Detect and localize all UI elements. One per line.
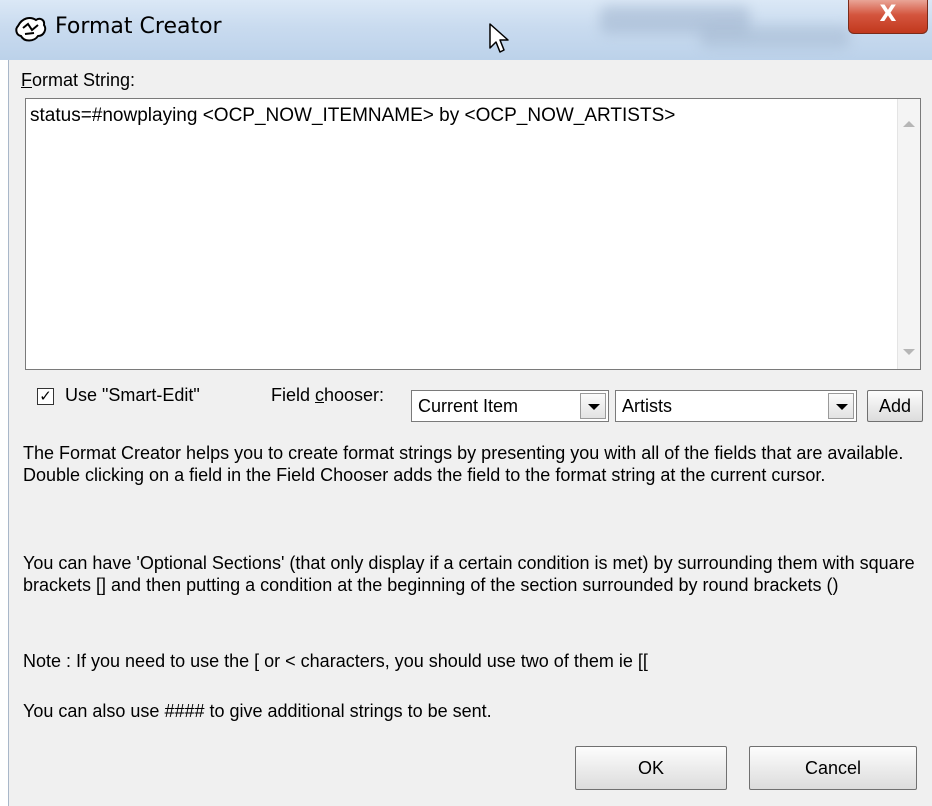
scroll-down-icon[interactable] xyxy=(903,349,915,355)
ok-button[interactable]: OK xyxy=(575,746,727,790)
mouse-cursor-icon xyxy=(489,23,509,53)
smart-edit-checkbox[interactable]: ✓ xyxy=(37,388,54,405)
close-icon: X xyxy=(879,2,897,27)
format-string-scrollbar[interactable] xyxy=(897,99,920,369)
window-title: Format Creator xyxy=(55,14,222,39)
field-chooser-label-accel: c xyxy=(315,385,325,405)
help-paragraph: You can have 'Optional Sections' (that o… xyxy=(23,553,915,595)
format-string-label-accel: F xyxy=(21,70,32,90)
format-string-label-text: ormat String: xyxy=(32,70,136,90)
background-blur xyxy=(700,26,850,48)
title-bar[interactable]: Format Creator X xyxy=(0,0,932,60)
field-value: Artists xyxy=(622,396,673,416)
field-chooser-label-post: hooser: xyxy=(324,385,385,405)
help-paragraph: The Format Creator helps you to create f… xyxy=(23,443,904,485)
help-paragraph: Note : If you need to use the [ or < cha… xyxy=(23,651,648,671)
field-chooser-label: Field chooser: xyxy=(271,385,384,406)
field-scope-dropdown-button[interactable] xyxy=(580,393,606,419)
app-icon xyxy=(15,17,47,42)
field-chooser-label-pre: Field xyxy=(271,385,316,405)
format-string-input[interactable]: status=#nowplaying <OCP_NOW_ITEMNAME> by… xyxy=(25,98,921,370)
add-button[interactable]: Add xyxy=(867,390,923,422)
field-scope-select[interactable]: Current Item xyxy=(411,390,609,422)
cancel-button[interactable]: Cancel xyxy=(749,746,917,790)
scroll-up-icon[interactable] xyxy=(903,121,915,127)
chevron-down-icon xyxy=(836,404,848,410)
dialog-body: Format String: status=#nowplaying <OCP_N… xyxy=(8,60,932,806)
field-select[interactable]: Artists xyxy=(615,390,857,422)
chevron-down-icon xyxy=(588,404,600,410)
help-paragraph: You can also use #### to give additional… xyxy=(23,701,492,721)
format-string-value: status=#nowplaying <OCP_NOW_ITEMNAME> by… xyxy=(30,105,676,126)
field-scope-value: Current Item xyxy=(418,396,519,416)
format-string-label: Format String: xyxy=(21,70,135,91)
field-dropdown-button[interactable] xyxy=(828,393,854,419)
close-button[interactable]: X xyxy=(848,0,928,34)
smart-edit-label[interactable]: Use "Smart-Edit" xyxy=(65,385,200,406)
